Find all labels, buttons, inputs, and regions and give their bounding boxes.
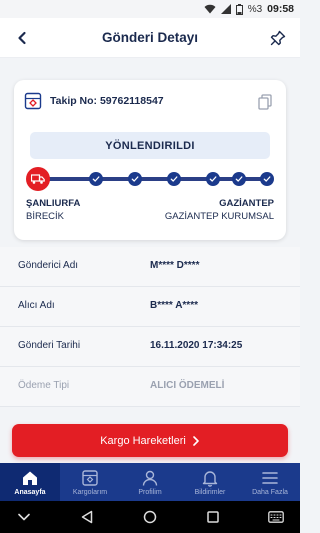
tab-label: Daha Fazla	[252, 488, 288, 496]
detail-row-receiver: Alıcı Adı B**** A****	[0, 287, 300, 327]
nav-back-button[interactable]	[73, 503, 101, 531]
user-icon	[142, 470, 158, 486]
tab-label: Profilim	[138, 488, 162, 496]
cargo-movements-button[interactable]: Kargo Hareketleri	[12, 424, 288, 457]
details-list: Gönderici Adı M**** D**** Alıcı Adı B***…	[0, 247, 300, 407]
detail-label: Gönderici Adı	[18, 260, 79, 271]
home-circle-icon	[143, 510, 157, 524]
pin-button[interactable]	[266, 26, 290, 50]
nav-home-button[interactable]	[136, 503, 164, 531]
detail-row-sender: Gönderici Adı M**** D****	[0, 247, 300, 287]
tracking-card: Takip No: 59762118547 YÖNLENDIRILDI ŞANL…	[14, 80, 286, 240]
signal-icon	[220, 4, 231, 14]
step-check-icon	[206, 172, 220, 186]
tab-label: Kargolarım	[72, 488, 108, 496]
copy-icon[interactable]	[256, 92, 274, 110]
system-nav-bar	[0, 501, 300, 533]
step-check-icon	[128, 172, 142, 186]
battery-icon	[235, 3, 243, 15]
content: Takip No: 59762118547 YÖNLENDIRILDI ŞANL…	[0, 58, 300, 463]
bottom-tab-bar: Anasayfa Kargolarım Profilim Bildirimler…	[0, 463, 300, 501]
package-icon	[82, 469, 98, 486]
tab-label: Anasayfa	[14, 488, 46, 496]
detail-label: Gönderi Tarihi	[18, 340, 81, 351]
detail-value: 16.11.2020 17:34:25	[150, 340, 243, 351]
progress-tracker	[26, 167, 274, 191]
step-check-icon	[232, 172, 246, 186]
chevron-down-icon	[18, 513, 30, 521]
truck-icon	[26, 167, 50, 191]
page-title: Gönderi Detayı	[101, 30, 199, 45]
step-check-icon	[89, 172, 103, 186]
tracking-number: Takip No: 59762118547	[50, 95, 164, 107]
status-bar: %3 09:58	[0, 0, 300, 18]
detail-value: B**** A****	[150, 300, 198, 311]
detail-label: Ödeme Tipi	[18, 380, 70, 391]
tab-profile[interactable]: Profilim	[120, 463, 180, 501]
tab-notifications[interactable]: Bildirimler	[180, 463, 240, 501]
nav-keyboard-button[interactable]	[262, 503, 290, 531]
detail-label: Alıcı Adı	[18, 300, 55, 311]
app-header: Gönderi Detayı	[0, 18, 300, 58]
battery-percent: %3	[247, 3, 263, 15]
detail-row-date: Gönderi Tarihi 16.11.2020 17:34:25	[0, 327, 300, 367]
nav-recents-button[interactable]	[199, 503, 227, 531]
destination-city: GAZİANTEP	[219, 198, 274, 209]
chevron-left-icon	[18, 31, 26, 45]
status-badge: YÖNLENDIRILDI	[30, 132, 270, 159]
step-check-icon	[167, 172, 181, 186]
home-icon	[23, 471, 37, 485]
detail-row-payment: Ödeme Tipi ALICI ÖDEMELİ	[0, 367, 300, 407]
tab-shipments[interactable]: Kargolarım	[60, 463, 120, 501]
pin-icon	[270, 30, 286, 46]
origin-city: ŞANLIURFA	[26, 198, 81, 209]
chevron-right-icon	[192, 435, 199, 446]
tab-label: Bildirimler	[194, 488, 226, 496]
menu-icon	[262, 471, 278, 484]
recents-square-icon	[207, 511, 219, 523]
cargo-movements-label: Kargo Hareketleri	[100, 434, 186, 447]
detail-value: ALICI ÖDEMELİ	[150, 380, 225, 391]
clock: 09:58	[267, 3, 294, 15]
keyboard-icon	[268, 511, 284, 523]
destination-branch: GAZİANTEP KURUMSAL	[164, 211, 274, 222]
wifi-icon	[204, 4, 216, 14]
back-triangle-icon	[81, 510, 93, 524]
back-button[interactable]	[10, 26, 34, 50]
step-check-icon	[260, 172, 274, 186]
bell-icon	[202, 470, 218, 487]
detail-value: M**** D****	[150, 260, 200, 271]
origin-branch: BİRECİK	[26, 211, 65, 222]
tab-home[interactable]: Anasayfa	[0, 463, 60, 501]
package-icon	[24, 92, 42, 110]
nav-collapse-button[interactable]	[10, 503, 38, 531]
tab-more[interactable]: Daha Fazla	[240, 463, 300, 501]
